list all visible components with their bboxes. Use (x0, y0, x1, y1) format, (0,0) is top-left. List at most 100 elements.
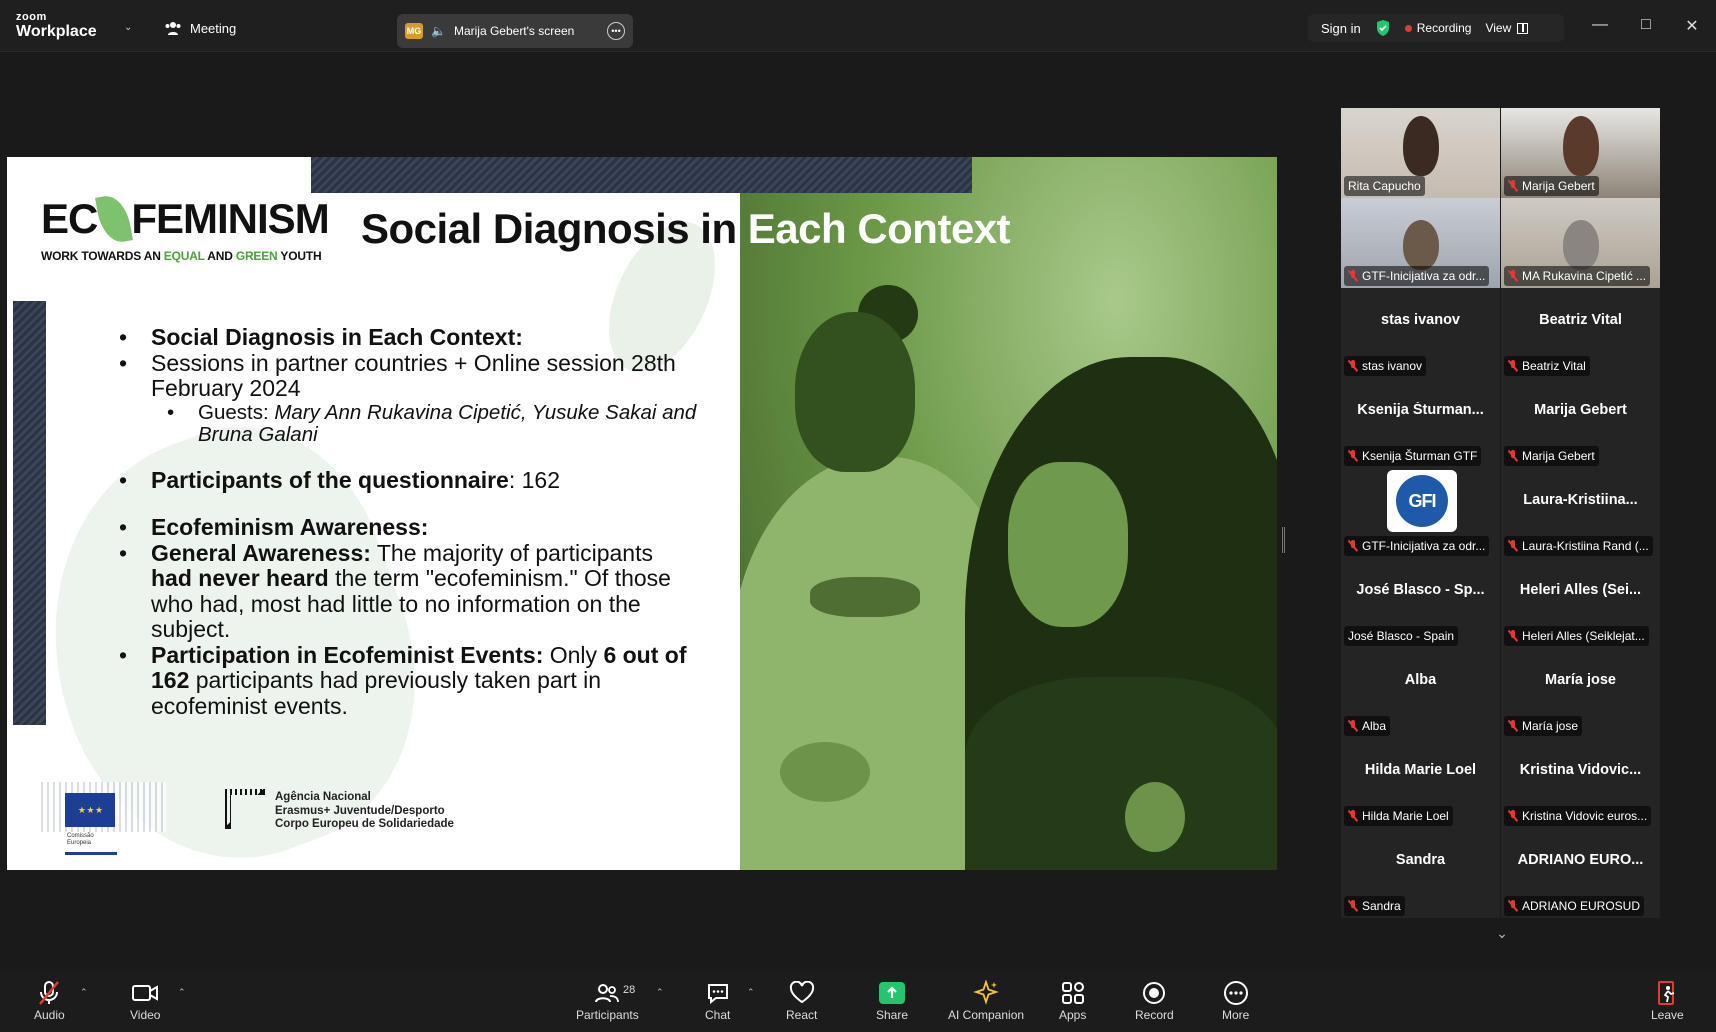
more-button[interactable]: More (1222, 980, 1249, 1022)
participant-label-text: Hilda Marie Loel (1362, 809, 1449, 823)
shield-check-icon[interactable] (1375, 19, 1391, 37)
speaker-icon: 🔈 (431, 24, 446, 38)
panel-resize-handle[interactable] (1282, 527, 1285, 553)
participant-tile[interactable]: Hilda Marie Loel Hilda Marie Loel (1341, 738, 1500, 828)
participant-tile[interactable]: Kristina Vidovic... Kristina Vidovic euro… (1501, 738, 1660, 828)
participant-tile[interactable]: Laura-Kristiina... Laura-Kristiina Rand (… (1501, 468, 1660, 558)
react-label: React (786, 1008, 818, 1022)
participant-name: stas ivanov (1381, 312, 1460, 328)
participant-label-text: MA Rukavina Cipetić ... (1522, 269, 1647, 283)
audio-button[interactable]: Audio (34, 980, 65, 1022)
ai-companion-button[interactable]: AI Companion (948, 980, 1024, 1022)
share-button[interactable]: Share (876, 980, 908, 1022)
participant-tile[interactable]: GTF-Inicijativa za odr... (1341, 198, 1500, 288)
participant-tile[interactable]: Ksenija Šturman... Ksenija Šturman GTF (1341, 378, 1500, 468)
bullet-text: Participation in Ecofeminist Events: (151, 641, 544, 668)
participant-tile[interactable]: Alba Alba (1341, 648, 1500, 738)
brand-sub-green: GREEN (235, 249, 278, 263)
list-item: Guests: Mary Ann Rukavina Cipetić, Yusuk… (117, 401, 697, 446)
chat-button[interactable]: Chat (705, 980, 730, 1022)
participant-tile[interactable]: ADRIANO EURO... ADRIANO EUROSUD (1501, 828, 1660, 918)
brand-sub-text: AND (204, 249, 236, 263)
participant-label: Hilda Marie Loel (1344, 806, 1453, 826)
mic-muted-icon (1508, 540, 1518, 552)
chevron-down-icon[interactable]: ⌄ (1491, 925, 1513, 941)
bullet-text: : 162 (508, 466, 560, 493)
participant-tile[interactable]: Marija Gebert Marija Gebert (1501, 378, 1660, 468)
minimize-icon[interactable]: — (1590, 16, 1610, 34)
slide-title: Social Diagnosis in Each Context (361, 205, 1011, 253)
participant-tile[interactable]: Marija Gebert (1501, 108, 1660, 198)
participant-label: Laura-Kristiina Rand (... (1504, 536, 1653, 556)
maximize-icon[interactable]: □ (1636, 16, 1656, 34)
participant-label-text: ADRIANO EUROSUD (1522, 899, 1641, 913)
sign-in-button[interactable]: Sign in (1321, 21, 1361, 36)
shared-screen-indicator[interactable]: MG 🔈 Marija Gebert's screen ••• (397, 14, 633, 48)
heart-icon (789, 981, 814, 1004)
participant-tile[interactable]: José Blasco - Sp... José Blasco - Spain (1341, 558, 1500, 648)
brand-sub-equal: EQUAL (163, 249, 205, 263)
participant-label-text: Laura-Kristiina Rand (... (1522, 539, 1649, 553)
sparkle-icon (973, 980, 999, 1005)
participant-tile[interactable]: Beatriz Vital Beatriz Vital (1501, 288, 1660, 378)
photo-figure (1008, 462, 1128, 627)
brand-right-text: FEMINISM (131, 195, 329, 242)
leave-button[interactable]: Leave (1651, 980, 1684, 1022)
participant-name: Heleri Alles (Sei... (1519, 582, 1642, 598)
react-button[interactable]: React (786, 980, 817, 1022)
participant-tile[interactable]: GFI GTF-Inicijativa za odr... (1341, 468, 1500, 558)
slide-title-part: Social Diagnosis in (361, 205, 748, 252)
participant-label: Alba (1344, 716, 1391, 736)
participant-label-text: Marija Gebert (1522, 449, 1595, 463)
brand-sub-text: WORK TOWARDS AN (41, 249, 164, 263)
participant-tile[interactable]: Heleri Alles (Sei... Heleri Alles (Seikle… (1501, 558, 1660, 648)
participant-name: Alba (1404, 672, 1437, 688)
gfi-logo-text: GFI (1396, 475, 1448, 527)
audio-options-caret[interactable]: ⌃ (80, 987, 88, 998)
agency-text: Agência Nacional Erasmus+ Juventude/Desp… (275, 789, 454, 832)
record-button[interactable]: Record (1135, 980, 1174, 1022)
eu-label-line: Europeia (67, 840, 92, 846)
more-icon (1223, 981, 1248, 1005)
title-bar: zoom Workplace ⌄ Meeting MG 🔈 Marija Geb… (0, 0, 1716, 52)
slide-text-panel: EC FEMINISM WORK TOWARDS AN EQUAL AND GR… (7, 157, 740, 870)
video-options-caret[interactable]: ⌃ (178, 987, 186, 998)
participant-tile[interactable]: Rita Capucho (1341, 108, 1500, 198)
participant-tile[interactable]: Sandra Sandra (1341, 828, 1500, 918)
meeting-toolbar: Audio ⌃ Video ⌃ Participants 28 ⌃ Chat ⌃… (0, 972, 1716, 1032)
logo-workplace-text: Workplace (16, 23, 97, 40)
brand-subtitle: WORK TOWARDS AN EQUAL AND GREEN YOUTH (41, 249, 329, 263)
participant-tile[interactable]: stas ivanov stas ivanov (1341, 288, 1500, 378)
apps-button[interactable]: Apps (1059, 980, 1086, 1022)
chat-options-caret[interactable]: ⌃ (747, 987, 755, 998)
participant-name: Marija Gebert (1534, 402, 1627, 418)
participant-name: Laura-Kristiina... (1523, 492, 1638, 508)
slide-title-part: Each Context (747, 205, 1011, 252)
zoom-workplace-logo[interactable]: zoom Workplace (16, 12, 97, 40)
video-camera-icon (132, 985, 159, 1001)
recording-indicator[interactable]: Recording (1404, 21, 1471, 35)
audio-label: Audio (34, 1008, 65, 1022)
more-options-icon[interactable]: ••• (607, 22, 625, 40)
agency-line: Corpo Europeu de Solidariedade (275, 818, 454, 830)
participant-label: Beatriz Vital (1504, 356, 1590, 376)
participant-silhouette (1403, 220, 1439, 270)
video-button[interactable]: Video (130, 980, 160, 1022)
participant-label-text: stas ivanov (1362, 359, 1423, 373)
photo-figure (795, 312, 915, 472)
close-icon[interactable]: ✕ (1682, 16, 1702, 36)
participant-tile[interactable]: María jose María jose (1501, 648, 1660, 738)
brand-left-text: EC (41, 195, 98, 242)
mic-muted-icon (1348, 900, 1358, 912)
participant-tile[interactable]: MA Rukavina Cipetić ... (1501, 198, 1660, 288)
view-button[interactable]: View (1485, 21, 1529, 35)
brand-sub-text: YOUTH (277, 249, 322, 263)
participant-label-text: Kristina Vidovic euros... (1522, 809, 1648, 823)
meeting-info-button[interactable]: Meeting (164, 20, 236, 36)
participants-options-caret[interactable]: ⌃ (656, 987, 664, 998)
participant-silhouette (1563, 116, 1599, 176)
chevron-down-icon[interactable]: ⌄ (124, 22, 132, 33)
bullet-text: General Awareness: (151, 539, 371, 566)
participants-label: Participants (576, 1008, 639, 1022)
mic-muted-icon (1508, 270, 1518, 282)
